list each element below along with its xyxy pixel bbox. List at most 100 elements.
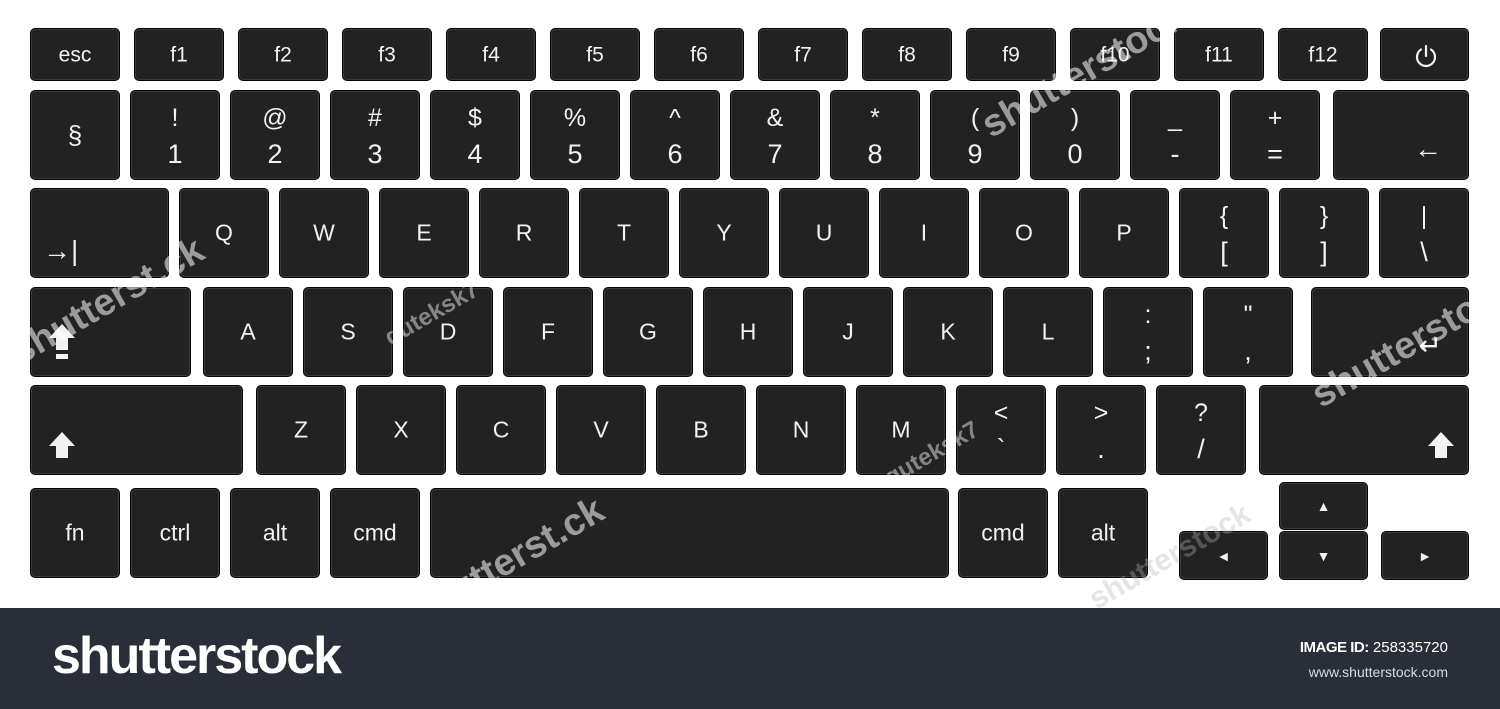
key-caps-lock[interactable] bbox=[30, 287, 191, 377]
key-tab[interactable]: →| bbox=[30, 188, 169, 278]
key-7[interactable]: & 7 bbox=[730, 90, 820, 180]
key-u[interactable]: U bbox=[779, 188, 869, 278]
key-x[interactable]: X bbox=[356, 385, 446, 475]
key-shift-label: + bbox=[1267, 104, 1283, 132]
key-d[interactable]: D bbox=[403, 287, 493, 377]
keyboard: esc f1 f2 f3 f4 f5 f6 f7 f8 f9 f10 f11 f… bbox=[0, 0, 1500, 633]
key-4[interactable]: $4 bbox=[430, 90, 520, 180]
return-arrow-icon: ↵ bbox=[1418, 330, 1442, 361]
key-l[interactable]: L bbox=[1003, 287, 1093, 377]
image-id-label: IMAGE ID: bbox=[1299, 639, 1369, 656]
key-y[interactable]: Y bbox=[679, 188, 769, 278]
key-shift-label: | bbox=[1420, 202, 1428, 230]
key-2[interactable]: @2 bbox=[230, 90, 320, 180]
key-arrow-down[interactable]: ▼ bbox=[1279, 531, 1368, 580]
caps-lock-icon bbox=[49, 324, 75, 359]
key-m[interactable]: M bbox=[856, 385, 946, 475]
key-v[interactable]: V bbox=[556, 385, 646, 475]
key-cmd-left[interactable]: cmd bbox=[330, 488, 420, 578]
key-f3[interactable]: f3 bbox=[342, 28, 432, 81]
key-f5[interactable]: f5 bbox=[550, 28, 640, 81]
key-minus[interactable]: _ - bbox=[1130, 90, 1220, 180]
key-f10[interactable]: f10 bbox=[1070, 28, 1160, 81]
key-f11[interactable]: f11 bbox=[1174, 28, 1264, 81]
key-fn[interactable]: fn bbox=[30, 488, 120, 578]
key-label: / bbox=[1197, 434, 1205, 464]
key-quote[interactable]: ", bbox=[1203, 287, 1293, 377]
key-alt-left[interactable]: alt bbox=[230, 488, 320, 578]
key-label: f8 bbox=[898, 43, 916, 66]
key-label: N bbox=[792, 416, 810, 443]
key-comma[interactable]: < ` bbox=[956, 385, 1046, 475]
key-h[interactable]: H bbox=[703, 287, 793, 377]
key-t[interactable]: T bbox=[579, 188, 669, 278]
key-ctrl[interactable]: ctrl bbox=[130, 488, 220, 578]
key-q[interactable]: Q bbox=[179, 188, 269, 278]
key-3[interactable]: #3 bbox=[330, 90, 420, 180]
key-c[interactable]: C bbox=[456, 385, 546, 475]
key-g[interactable]: G bbox=[603, 287, 693, 377]
key-arrow-left[interactable]: ◄ bbox=[1179, 531, 1268, 580]
key-label: 2 bbox=[267, 139, 283, 169]
key-k[interactable]: K bbox=[903, 287, 993, 377]
key-backspace[interactable]: ← bbox=[1333, 90, 1469, 180]
key-space[interactable] bbox=[430, 488, 949, 578]
power-icon bbox=[1415, 44, 1437, 68]
key-label: [ bbox=[1220, 237, 1228, 267]
key-esc[interactable]: esc bbox=[30, 28, 120, 81]
key-semicolon[interactable]: :; bbox=[1103, 287, 1193, 377]
key-period[interactable]: >. bbox=[1056, 385, 1146, 475]
key-label: = bbox=[1267, 139, 1283, 169]
key-f1[interactable]: f1 bbox=[134, 28, 224, 81]
key-alt-right[interactable]: alt bbox=[1058, 488, 1148, 578]
key-f6[interactable]: f6 bbox=[654, 28, 744, 81]
key-slash[interactable]: ? / bbox=[1156, 385, 1246, 475]
key-f7[interactable]: f7 bbox=[758, 28, 848, 81]
key-n[interactable]: N bbox=[756, 385, 846, 475]
key-e[interactable]: E bbox=[379, 188, 469, 278]
key-shift-right[interactable] bbox=[1259, 385, 1469, 475]
key-arrow-up[interactable]: ▲ bbox=[1279, 482, 1368, 530]
key-9[interactable]: (9 bbox=[930, 90, 1020, 180]
key-cmd-right[interactable]: cmd bbox=[958, 488, 1048, 578]
key-label: O bbox=[1015, 219, 1033, 246]
key-shift-label: & bbox=[766, 104, 784, 132]
key-left-bracket[interactable]: {[ bbox=[1179, 188, 1269, 278]
key-f[interactable]: F bbox=[503, 287, 593, 377]
key-f8[interactable]: f8 bbox=[862, 28, 952, 81]
key-label: § bbox=[67, 120, 83, 150]
key-1[interactable]: ! 1 bbox=[130, 90, 220, 180]
key-label: D bbox=[439, 318, 457, 345]
key-6[interactable]: ^ 6 bbox=[630, 90, 720, 180]
key-f9[interactable]: f9 bbox=[966, 28, 1056, 81]
key-0[interactable]: ) 0 bbox=[1030, 90, 1120, 180]
key-8[interactable]: * 8 bbox=[830, 90, 920, 180]
key-a[interactable]: A bbox=[203, 287, 293, 377]
key-shift-left[interactable] bbox=[30, 385, 243, 475]
key-z[interactable]: Z bbox=[256, 385, 346, 475]
key-label: Y bbox=[716, 219, 732, 246]
tab-arrow-icon: →| bbox=[43, 235, 79, 266]
key-i[interactable]: I bbox=[879, 188, 969, 278]
key-arrow-right[interactable]: ► bbox=[1381, 531, 1469, 580]
key-p[interactable]: P bbox=[1079, 188, 1169, 278]
key-right-bracket[interactable]: }] bbox=[1279, 188, 1369, 278]
key-f2[interactable]: f2 bbox=[238, 28, 328, 81]
key-f4[interactable]: f4 bbox=[446, 28, 536, 81]
key-backslash[interactable]: | \ bbox=[1379, 188, 1469, 278]
key-label: alt bbox=[262, 519, 288, 546]
key-shift-label: * bbox=[870, 104, 880, 132]
key-o[interactable]: O bbox=[979, 188, 1069, 278]
arrow-up-icon: ▲ bbox=[1316, 498, 1331, 514]
key-s[interactable]: S bbox=[303, 287, 393, 377]
key-b[interactable]: B bbox=[656, 385, 746, 475]
key-power[interactable] bbox=[1380, 28, 1469, 81]
key-r[interactable]: R bbox=[479, 188, 569, 278]
key-f12[interactable]: f12 bbox=[1278, 28, 1368, 81]
key-w[interactable]: W bbox=[279, 188, 369, 278]
key-equals[interactable]: + = bbox=[1230, 90, 1320, 180]
key-5[interactable]: % 5 bbox=[530, 90, 620, 180]
key-section[interactable]: § bbox=[30, 90, 120, 180]
key-return[interactable]: ↵ bbox=[1311, 287, 1469, 377]
key-j[interactable]: J bbox=[803, 287, 893, 377]
